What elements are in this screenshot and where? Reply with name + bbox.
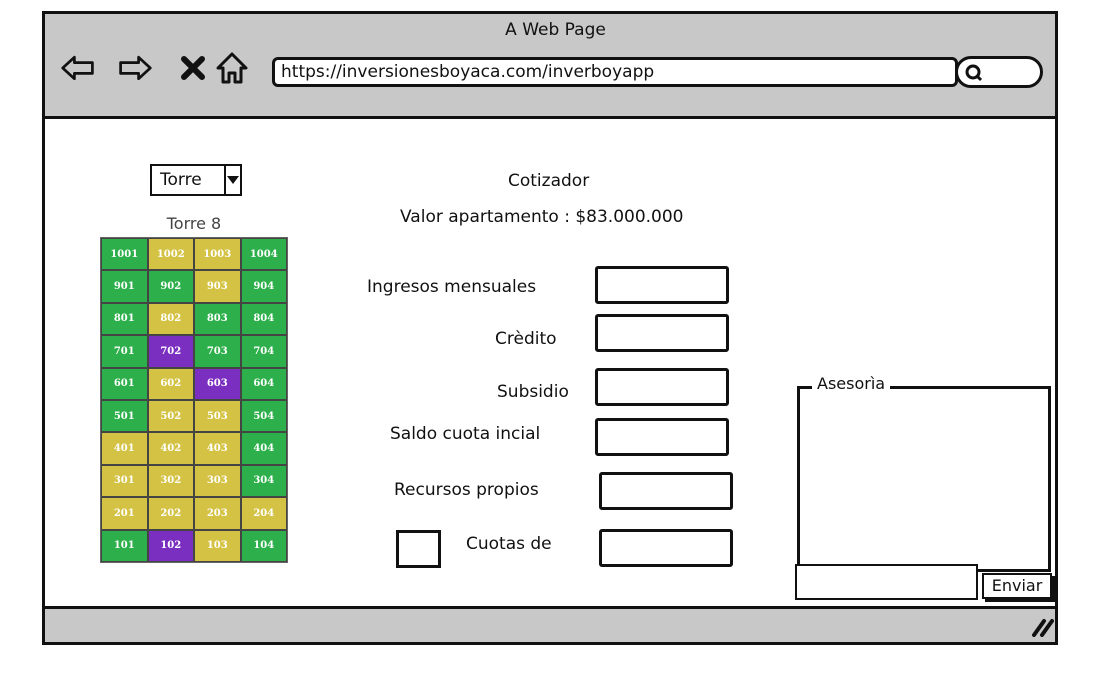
apartment-604[interactable]: 604 — [240, 367, 287, 400]
apartment-702[interactable]: 702 — [147, 335, 194, 368]
own-resources-input[interactable] — [599, 472, 733, 510]
apartment-504[interactable]: 504 — [240, 400, 287, 433]
income-label: Ingresos mensuales — [367, 277, 537, 297]
apartment-202[interactable]: 202 — [147, 497, 194, 530]
advice-legend: Asesorìa — [812, 374, 891, 393]
income-input[interactable] — [595, 266, 729, 304]
down-payment-input[interactable] — [595, 418, 729, 456]
apartment-401[interactable]: 401 — [101, 432, 148, 465]
apartment-804[interactable]: 804 — [240, 302, 287, 336]
apartment-402[interactable]: 402 — [147, 432, 194, 465]
resize-grip-icon[interactable] — [1030, 617, 1054, 641]
advice-message-input[interactable] — [795, 564, 978, 600]
apartment-203[interactable]: 203 — [194, 497, 241, 530]
apartment-201[interactable]: 201 — [101, 497, 148, 530]
apartment-704[interactable]: 704 — [240, 335, 287, 368]
tower-select-value: Torre — [152, 166, 226, 194]
apartment-1003[interactable]: 1003 — [194, 238, 241, 271]
apartment-302[interactable]: 302 — [147, 464, 194, 498]
tower-name: Torre 8 — [166, 214, 222, 233]
apartment-102[interactable]: 102 — [147, 529, 194, 562]
subsidy-input[interactable] — [595, 368, 729, 406]
apartment-703[interactable]: 703 — [194, 335, 241, 368]
apartment-403[interactable]: 403 — [194, 432, 241, 465]
back-arrow-icon[interactable] — [60, 50, 96, 86]
apartment-902[interactable]: 902 — [147, 270, 194, 303]
search-icon — [964, 63, 984, 87]
forward-arrow-icon[interactable] — [117, 50, 153, 86]
installments-input[interactable] — [599, 529, 733, 567]
status-bar — [42, 606, 1058, 645]
apartment-503[interactable]: 503 — [194, 400, 241, 433]
apartment-701[interactable]: 701 — [101, 335, 148, 368]
apartment-1001[interactable]: 1001 — [101, 238, 148, 271]
url-input[interactable]: https://inversionesboyaca.com/inverboyap… — [272, 57, 958, 87]
credit-label: Crèdito — [495, 329, 557, 349]
apartment-901[interactable]: 901 — [101, 270, 148, 303]
apartment-801[interactable]: 801 — [101, 302, 148, 336]
credit-input[interactable] — [595, 314, 729, 352]
apartment-501[interactable]: 501 — [101, 400, 148, 433]
installments-checkbox[interactable] — [396, 530, 441, 568]
tower-select[interactable]: Torre — [150, 164, 242, 196]
apartment-101[interactable]: 101 — [101, 529, 148, 562]
apartment-103[interactable]: 103 — [194, 529, 241, 562]
apartment-1002[interactable]: 1002 — [147, 238, 194, 271]
apartment-802[interactable]: 802 — [147, 302, 194, 336]
apartment-104[interactable]: 104 — [240, 529, 287, 562]
close-x-icon[interactable] — [175, 50, 211, 86]
apartment-602[interactable]: 602 — [147, 367, 194, 400]
apartment-803[interactable]: 803 — [194, 302, 241, 336]
chevron-down-icon — [226, 166, 240, 194]
apartment-502[interactable]: 502 — [147, 400, 194, 433]
apartment-grid: 1001 1002 1003 1004 901 902 903 904 801 802 803 804… — [100, 237, 288, 563]
apartment-304[interactable]: 304 — [240, 464, 287, 498]
apartment-903[interactable]: 903 — [194, 270, 241, 303]
apartment-904[interactable]: 904 — [240, 270, 287, 303]
apartment-1004[interactable]: 1004 — [240, 238, 287, 271]
installments-label: Cuotas de — [466, 534, 552, 554]
subsidy-label: Subsidio — [497, 382, 569, 402]
down-payment-label: Saldo cuota incial — [390, 424, 541, 444]
apartment-601[interactable]: 601 — [101, 367, 148, 400]
apartment-303[interactable]: 303 — [194, 464, 241, 498]
window-title: A Web Page — [505, 20, 606, 40]
apartment-204[interactable]: 204 — [240, 497, 287, 530]
apartment-301[interactable]: 301 — [101, 464, 148, 498]
price-text: Valor apartamento : $83.000.000 — [400, 207, 684, 227]
browser-search-box[interactable] — [955, 56, 1043, 88]
apartment-603[interactable]: 603 — [194, 367, 241, 400]
apartment-404[interactable]: 404 — [240, 432, 287, 465]
send-button[interactable]: Enviar — [982, 573, 1052, 599]
advice-panel — [797, 386, 1051, 572]
own-resources-label: Recursos propios — [394, 480, 539, 500]
quote-title: Cotizador — [508, 171, 590, 191]
home-icon[interactable] — [214, 50, 250, 86]
